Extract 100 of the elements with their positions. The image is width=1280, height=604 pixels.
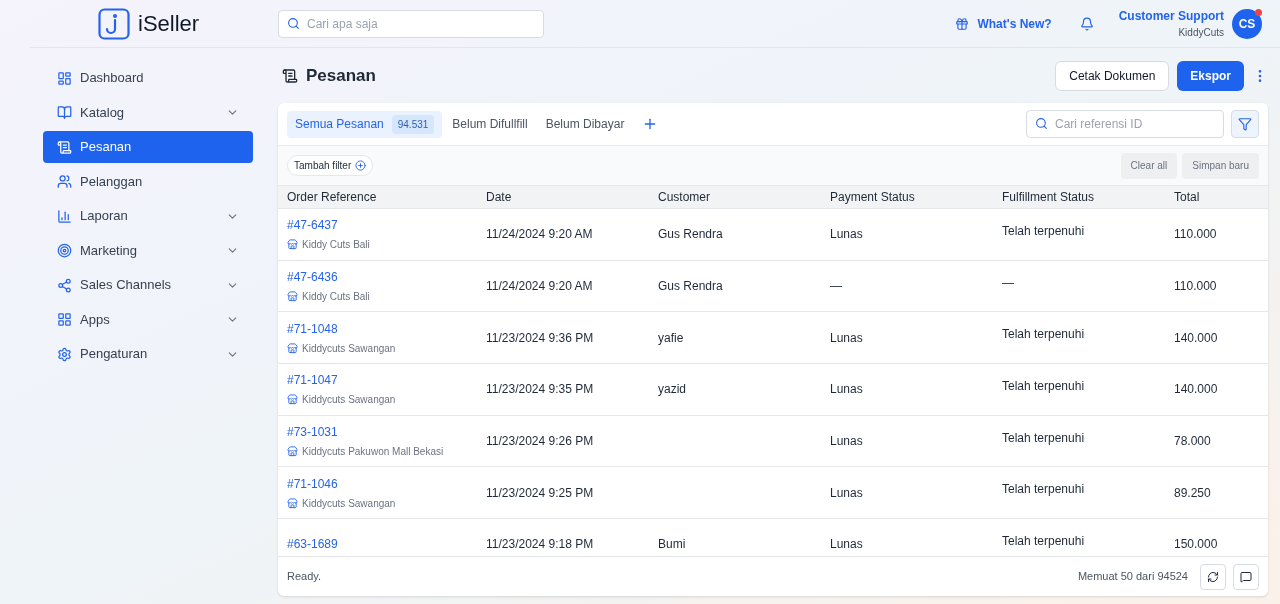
total-cell-text: 89.250 [1174,484,1212,502]
column-header: Total [1174,189,1201,206]
order-reference-link[interactable]: #71-1046 [287,474,486,493]
reference-search-field[interactable]: Cari referensi ID [1026,110,1224,138]
fulfillment-status-cell-text: Telah terpenuhi [1002,481,1086,499]
count-badge: 94.531 [391,114,435,134]
whats-new-link[interactable]: What's New? [955,14,1052,33]
target-icon [57,243,72,258]
payment-status-cell-text: Lunas [830,484,864,502]
column-header: Fulfillment Status [1002,189,1096,206]
book-icon [57,105,72,120]
export-button[interactable]: Ekspor [1177,60,1244,91]
brand-name: iSeller [138,10,200,38]
message-button[interactable] [1233,563,1259,590]
user-name: Customer Support [1118,8,1224,25]
customer-cell-text: Bumi [658,536,687,554]
chart-icon [57,208,72,224]
payment-status-cell-text: Lunas [830,433,864,451]
filter-icon [1238,117,1252,131]
refresh-icon [1207,570,1219,583]
print-button[interactable]: Cetak Dokumen [1055,60,1170,91]
store-name: Kiddy Cuts Bali [302,238,370,253]
store-icon [287,446,298,458]
total-cell-text: 140.000 [1174,381,1219,399]
loaded-count: Memuat 50 dari 94524 [1077,569,1188,585]
save-new-button[interactable]: Simpan baru [1182,152,1259,179]
total-cell-text: 110.000 [1174,226,1218,244]
search-icon [287,16,300,30]
receipt-icon [57,139,72,155]
refresh-button[interactable] [1200,563,1226,590]
network-icon [57,277,72,293]
customer-cell-text: yafie [658,329,685,347]
dashboard-icon [57,70,72,86]
fulfillment-status-cell-text: Telah terpenuhi [1002,223,1086,240]
sidebar-item[interactable]: Laporan [43,200,253,232]
sidebar-item[interactable]: Katalog [43,96,253,129]
add-filter-button[interactable]: Tambah filter [287,155,374,176]
order-reference-link[interactable]: #71-1047 [287,371,486,390]
search-field[interactable]: Cari apa saja [278,9,544,38]
fulfillment-status-cell-text: Telah terpenuhi [1002,378,1086,396]
users-icon [57,174,72,189]
store-icon [287,497,298,509]
avatar[interactable]: CS [1232,8,1262,39]
store-name: Kiddycuts Sawangan [302,341,396,356]
total-cell-text: 150.000 [1174,536,1219,554]
store-icon [287,239,298,251]
sidebar-item[interactable]: Marketing [43,234,253,267]
order-reference-link[interactable]: #47-6436 [287,268,486,287]
sidebar-item[interactable]: Pelanggan [43,165,253,198]
store-name: KiddyCuts [1178,26,1224,40]
logo-icon [98,7,130,40]
date-cell-text: 11/23/2024 9:18 PM [486,536,595,554]
column-header: Payment Status [830,189,916,206]
fulfillment-status-cell-text: — [1002,274,1015,292]
bell-icon[interactable] [1079,16,1094,31]
column-header: Order Reference [287,189,378,206]
payment-status-cell-text: Lunas [830,536,864,554]
message-icon [1240,570,1252,583]
tab[interactable]: Semua Pesanan 94.531 [287,110,443,138]
search-icon [1035,117,1048,130]
payment-status-cell-text: Lunas [830,381,864,399]
sidebar-item[interactable]: Dashboard [43,62,253,94]
date-cell-text: 11/24/2024 9:20 AM [486,226,594,244]
receipt-icon [282,67,298,84]
store-icon [287,291,298,303]
customer-cell-text: Gus Rendra [658,278,724,296]
fulfillment-status-cell-text: Telah terpenuhi [1002,533,1086,551]
order-reference-link[interactable]: #63-1689 [287,535,486,554]
tab[interactable]: Belum Dibayar [537,110,633,138]
store-name: Kiddy Cuts Bali [302,290,370,305]
store-icon [287,342,298,354]
sidebar-item[interactable]: Apps [43,303,253,336]
store-name: Kiddycuts Sawangan [302,393,396,408]
sidebar-item[interactable]: Pengaturan [43,338,253,370]
date-cell-text: 11/23/2024 9:25 PM [486,484,595,502]
column-header: Customer [658,189,711,206]
store-icon [287,394,298,406]
date-cell-text: 11/24/2024 9:20 AM [486,278,594,296]
sidebar-item[interactable]: Pesanan [43,131,253,163]
tab[interactable]: Belum Difullfill [444,110,536,138]
date-cell-text: 11/23/2024 9:35 PM [486,381,595,399]
date-cell-text: 11/23/2024 9:36 PM [486,329,595,347]
filter-button[interactable] [1231,110,1259,138]
total-cell-text: 110.000 [1174,278,1218,296]
fulfillment-status-cell-text: Telah terpenuhi [1002,326,1086,344]
order-reference-link[interactable]: #73-1031 [287,423,486,442]
sidebar-item[interactable]: Sales Channels [43,269,253,301]
status-text: Ready. [287,569,322,585]
total-cell-text: 140.000 [1174,329,1219,347]
customer-cell-text: yazid [658,381,687,399]
order-reference-link[interactable]: #47-6437 [287,216,486,235]
store-name: Kiddycuts Pakuwon Mall Bekasi [302,445,444,460]
customer-cell-text: Gus Rendra [658,226,724,244]
payment-status-cell-text: Lunas [830,226,864,244]
settings-icon [57,346,72,362]
clear-all-button[interactable]: Clear all [1120,152,1178,179]
page-title: Pesanan [306,64,376,87]
order-reference-link[interactable]: #71-1048 [287,319,486,338]
grid-icon [57,312,72,327]
store-name: Kiddycuts Sawangan [302,496,396,511]
